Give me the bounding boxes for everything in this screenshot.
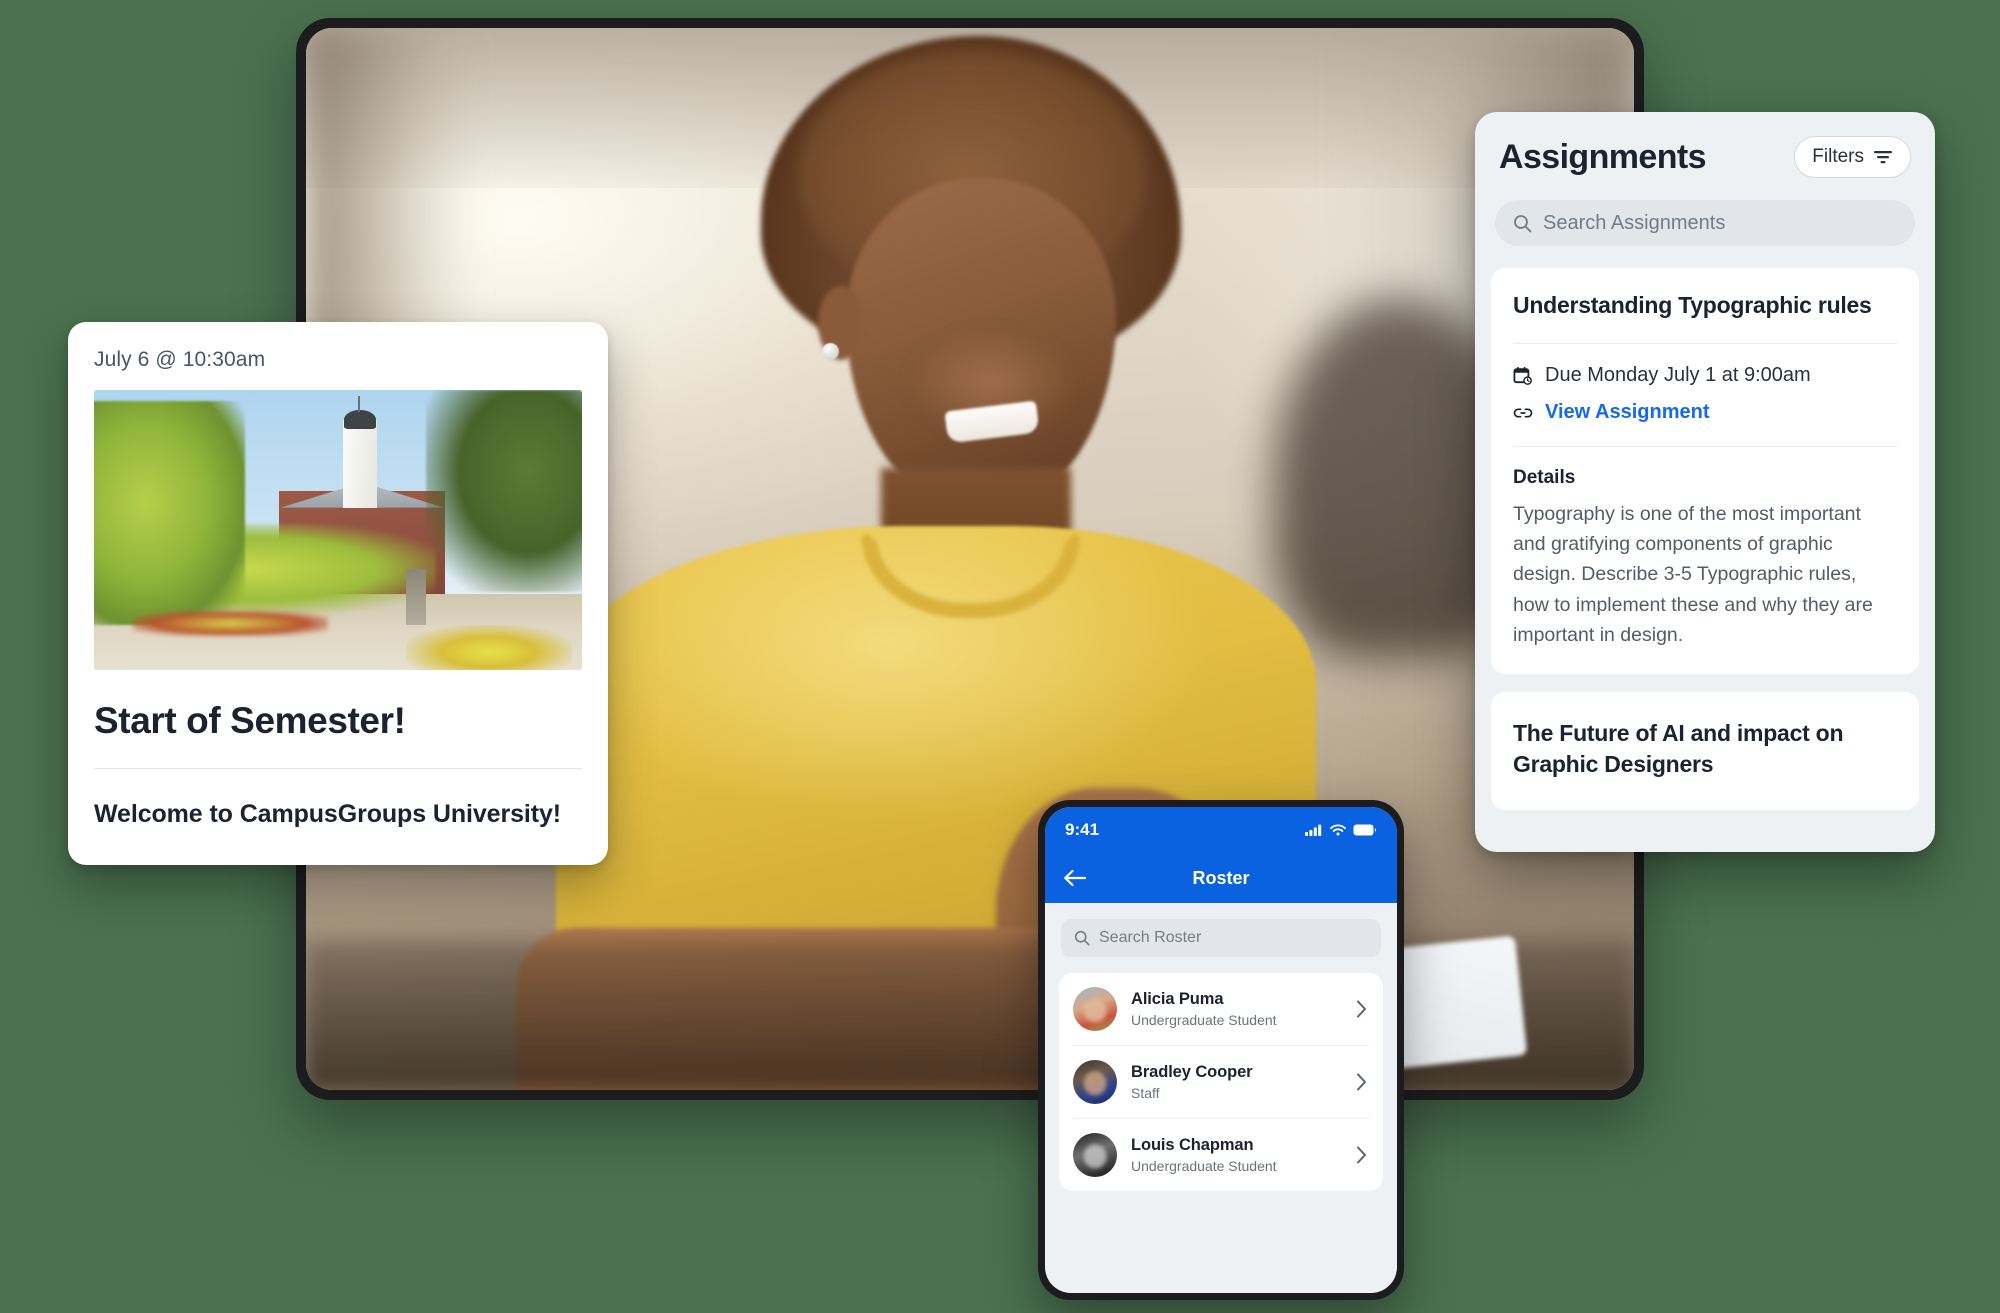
roster-name: Alicia Puma: [1131, 990, 1224, 1008]
filters-button[interactable]: Filters: [1794, 136, 1911, 178]
assignment-card[interactable]: The Future of AI and impact on Graphic D…: [1491, 692, 1919, 811]
photo-left-tree: [94, 401, 246, 626]
filters-label: Filters: [1812, 146, 1864, 167]
photo-tower-dome: [343, 409, 376, 430]
event-photo: [94, 390, 582, 670]
roster-list: Alicia Puma Undergraduate Student Bradle…: [1059, 973, 1383, 1191]
assignment-details-divider: [1513, 446, 1897, 448]
photo-tower-spire: [357, 395, 360, 413]
assignment-divider: [1513, 343, 1897, 345]
photo-flower-bed-right: [406, 625, 573, 670]
link-icon: [1513, 406, 1533, 420]
search-assignments-input[interactable]: Search Assignments: [1495, 200, 1915, 246]
status-indicators: [1305, 824, 1377, 836]
event-description: Welcome to CampusGroups University!: [94, 800, 561, 828]
assignment-details-text: Typography is one of the most important …: [1513, 503, 1873, 646]
search-roster-input[interactable]: Search Roster: [1061, 919, 1381, 957]
search-icon: [1513, 214, 1532, 233]
status-bar: 9:41: [1045, 807, 1397, 853]
assignments-panel: Assignments Filters Search Assignments U…: [1475, 112, 1935, 852]
page-title: Assignments: [1499, 137, 1707, 176]
details-label: Details: [1513, 467, 1576, 489]
assignment-link-row[interactable]: View Assignment: [1513, 401, 1897, 424]
wifi-icon: [1330, 824, 1346, 836]
assignment-due-row: Due Monday July 1 at 9:00am: [1513, 364, 1897, 387]
avatar: [1073, 987, 1117, 1031]
roster-role: Undergraduate Student: [1131, 1012, 1277, 1028]
view-assignment-link[interactable]: View Assignment: [1545, 401, 1710, 424]
chevron-right-icon[interactable]: [1356, 1073, 1367, 1091]
avatar: [1073, 1133, 1117, 1177]
chevron-right-icon[interactable]: [1356, 1000, 1367, 1018]
phone-screen: 9:41 Roster Search Roster Alicia Puma Un…: [1045, 807, 1397, 1293]
photo-subject-earring: [822, 343, 839, 360]
roster-role: Staff: [1131, 1085, 1160, 1101]
assignment-due-text: Due Monday July 1 at 9:00am: [1545, 364, 1811, 387]
roster-entry-text: Bradley Cooper Staff: [1131, 1063, 1253, 1101]
nav-title: Roster: [1192, 867, 1250, 888]
event-title: Start of Semester!: [94, 700, 406, 741]
roster-entry-text: Louis Chapman Undergraduate Student: [1131, 1136, 1277, 1174]
chevron-right-icon[interactable]: [1356, 1146, 1367, 1164]
calendar-clock-icon: [1513, 366, 1533, 386]
roster-role: Undergraduate Student: [1131, 1158, 1277, 1174]
search-assignments-placeholder: Search Assignments: [1543, 211, 1726, 234]
assignment-title: The Future of AI and impact on Graphic D…: [1513, 720, 1844, 778]
roster-entry-text: Alicia Puma Undergraduate Student: [1131, 990, 1277, 1028]
search-roster-placeholder: Search Roster: [1099, 929, 1202, 946]
assignments-header: Assignments Filters: [1475, 112, 1935, 178]
status-time: 9:41: [1065, 820, 1100, 839]
nav-bar: Roster: [1045, 853, 1397, 903]
search-icon: [1074, 930, 1090, 946]
assignment-card[interactable]: Understanding Typographic rules Due Mond…: [1491, 268, 1919, 675]
assignment-title: Understanding Typographic rules: [1513, 292, 1872, 318]
photo-statue: [406, 569, 426, 626]
list-item[interactable]: Louis Chapman Undergraduate Student: [1059, 1119, 1383, 1191]
photo-flower-bed-left: [133, 611, 329, 637]
photo-right-tree: [425, 390, 582, 592]
filter-icon: [1873, 150, 1893, 164]
promo-composition: July 6 @ 10:30am Start of Semester! Welc…: [0, 0, 2000, 1313]
event-divider: [94, 768, 582, 769]
avatar: [1073, 1060, 1117, 1104]
roster-name: Louis Chapman: [1131, 1136, 1254, 1154]
photo-clock-tower: [342, 418, 378, 508]
event-card[interactable]: July 6 @ 10:30am Start of Semester! Welc…: [68, 322, 608, 865]
phone-device-frame: 9:41 Roster Search Roster Alicia Puma Un…: [1038, 800, 1404, 1300]
cellular-signal-icon: [1305, 824, 1323, 836]
event-datetime: July 6 @ 10:30am: [94, 348, 266, 371]
battery-icon: [1353, 824, 1377, 836]
list-item[interactable]: Alicia Puma Undergraduate Student: [1059, 973, 1383, 1045]
roster-name: Bradley Cooper: [1131, 1063, 1253, 1081]
list-item[interactable]: Bradley Cooper Staff: [1059, 1046, 1383, 1118]
